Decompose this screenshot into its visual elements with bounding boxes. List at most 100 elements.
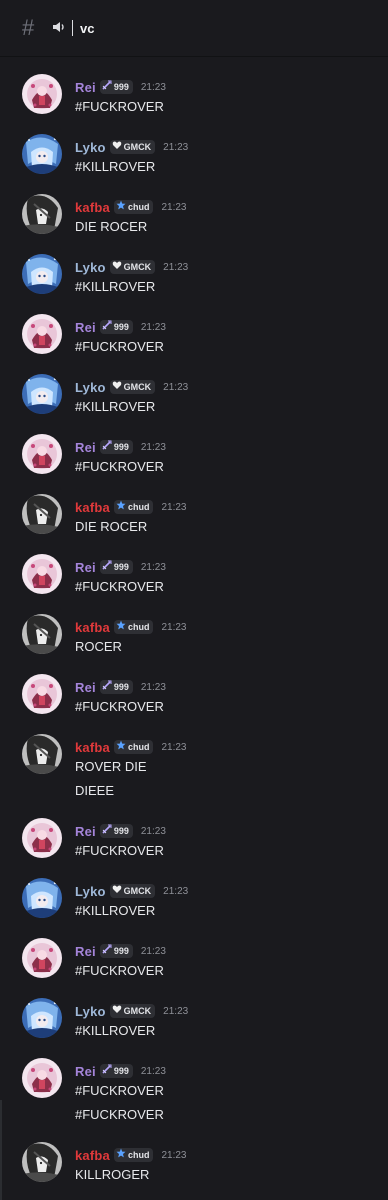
- speaker-icon[interactable]: [52, 20, 68, 37]
- timestamp: 21:23: [161, 621, 187, 633]
- username[interactable]: kafba: [75, 740, 110, 755]
- timestamp: 21:23: [163, 381, 189, 393]
- message-text: ROVER DIE: [75, 759, 147, 774]
- server-tag-label: GMCK: [123, 382, 152, 392]
- server-tag[interactable]: 999: [99, 1064, 133, 1078]
- server-tag[interactable]: chud: [113, 500, 154, 514]
- server-tag[interactable]: GMCK: [109, 380, 156, 395]
- server-tag[interactable]: chud: [113, 620, 154, 634]
- avatar[interactable]: [22, 74, 62, 114]
- message-group: kafba chud 21:23 DIE ROCER: [0, 478, 388, 538]
- avatar[interactable]: [22, 434, 62, 474]
- avatar[interactable]: [22, 998, 62, 1038]
- avatar[interactable]: [22, 194, 62, 234]
- avatar[interactable]: [22, 734, 62, 774]
- hash-icon: #: [22, 15, 35, 40]
- username[interactable]: kafba: [75, 1148, 110, 1163]
- avatar[interactable]: [22, 1058, 62, 1098]
- server-tag[interactable]: GMCK: [109, 1004, 156, 1018]
- message-text: ROCER: [75, 639, 122, 654]
- server-tag[interactable]: 999: [99, 824, 133, 839]
- avatar[interactable]: [22, 374, 62, 414]
- username[interactable]: Lyko: [75, 1004, 106, 1019]
- avatar[interactable]: [22, 1142, 62, 1182]
- message-header: kafba chud 21:23: [75, 739, 187, 755]
- username[interactable]: Lyko: [75, 380, 106, 395]
- message-text: #KILLROVER: [75, 399, 156, 414]
- avatar[interactable]: [22, 314, 62, 354]
- username[interactable]: kafba: [75, 200, 110, 215]
- timestamp: 21:23: [161, 201, 187, 213]
- avatar[interactable]: [22, 134, 62, 174]
- message-group: kafba chud 21:23 DIE ROCER: [0, 178, 388, 238]
- avatar[interactable]: [22, 938, 62, 978]
- timestamp: 21:23: [140, 681, 166, 693]
- heart-icon: [112, 380, 122, 395]
- server-tag-label: 999: [113, 442, 129, 452]
- heart-icon: [112, 884, 122, 899]
- username[interactable]: Lyko: [75, 260, 106, 275]
- server-tag-label: GMCK: [123, 1006, 152, 1016]
- message-header: Rei 999 21:23: [75, 319, 166, 335]
- message-group: kafba chud 21:23 KILLROGER: [0, 1126, 388, 1186]
- server-tag[interactable]: chud: [113, 740, 154, 755]
- sword-icon: [102, 560, 112, 575]
- timestamp: 21:23: [140, 1065, 166, 1077]
- avatar[interactable]: [22, 254, 62, 294]
- username[interactable]: Lyko: [75, 884, 106, 899]
- timestamp: 21:23: [163, 141, 189, 153]
- username[interactable]: Rei: [75, 680, 96, 695]
- server-tag[interactable]: 999: [99, 80, 133, 94]
- server-tag[interactable]: 999: [99, 320, 133, 334]
- username[interactable]: Rei: [75, 1064, 96, 1079]
- server-tag[interactable]: 999: [99, 440, 133, 454]
- timestamp: 21:23: [163, 1005, 189, 1017]
- server-tag[interactable]: 999: [99, 944, 133, 958]
- avatar[interactable]: [22, 878, 62, 918]
- username[interactable]: kafba: [75, 620, 110, 635]
- message-text: #FUCKROVER: [75, 339, 164, 354]
- username[interactable]: Rei: [75, 320, 96, 335]
- username[interactable]: Rei: [75, 440, 96, 455]
- username[interactable]: Rei: [75, 80, 96, 95]
- channel-name[interactable]: vc: [80, 21, 94, 36]
- avatar[interactable]: [22, 674, 62, 714]
- message-group: Lyko GMCK 21:23 #KILLROVER: [0, 358, 388, 418]
- username[interactable]: Rei: [75, 560, 96, 575]
- message-group: Rei 999 21:23 #FUCKROVER #FUCKROVER: [0, 1042, 388, 1126]
- message-header: Rei 999 21:23: [75, 679, 166, 695]
- server-tag-label: chud: [127, 502, 150, 512]
- server-tag-label: GMCK: [123, 886, 152, 896]
- sword-icon: [102, 824, 112, 839]
- username[interactable]: Rei: [75, 824, 96, 839]
- message-header: Lyko GMCK 21:23: [75, 883, 188, 899]
- server-tag-label: GMCK: [123, 262, 152, 272]
- server-tag-label: chud: [127, 202, 150, 212]
- message-header: Rei 999 21:23: [75, 1063, 166, 1079]
- message-group: Rei 999 21:23 #FUCKROVER: [0, 58, 388, 118]
- server-tag[interactable]: chud: [113, 200, 154, 214]
- server-tag-label: chud: [127, 1150, 150, 1160]
- message-text: DIE ROCER: [75, 519, 148, 534]
- server-tag[interactable]: GMCK: [109, 884, 156, 899]
- server-tag-label: chud: [127, 742, 150, 752]
- server-tag-label: 999: [113, 946, 129, 956]
- star-icon: [116, 740, 126, 755]
- username[interactable]: Lyko: [75, 140, 106, 155]
- message-text: #KILLROVER: [75, 903, 156, 918]
- timestamp: 21:23: [140, 825, 166, 837]
- server-tag-label: 999: [113, 82, 129, 92]
- username[interactable]: Rei: [75, 944, 96, 959]
- server-tag[interactable]: 999: [99, 680, 133, 694]
- server-tag[interactable]: chud: [113, 1148, 154, 1162]
- avatar[interactable]: [22, 614, 62, 654]
- avatar[interactable]: [22, 494, 62, 534]
- server-tag[interactable]: 999: [99, 560, 133, 575]
- timestamp: 21:23: [163, 885, 189, 897]
- avatar[interactable]: [22, 818, 62, 858]
- username[interactable]: kafba: [75, 500, 110, 515]
- avatar[interactable]: [22, 554, 62, 594]
- server-tag[interactable]: GMCK: [109, 260, 156, 274]
- header-divider: [72, 20, 73, 36]
- server-tag[interactable]: GMCK: [109, 140, 156, 154]
